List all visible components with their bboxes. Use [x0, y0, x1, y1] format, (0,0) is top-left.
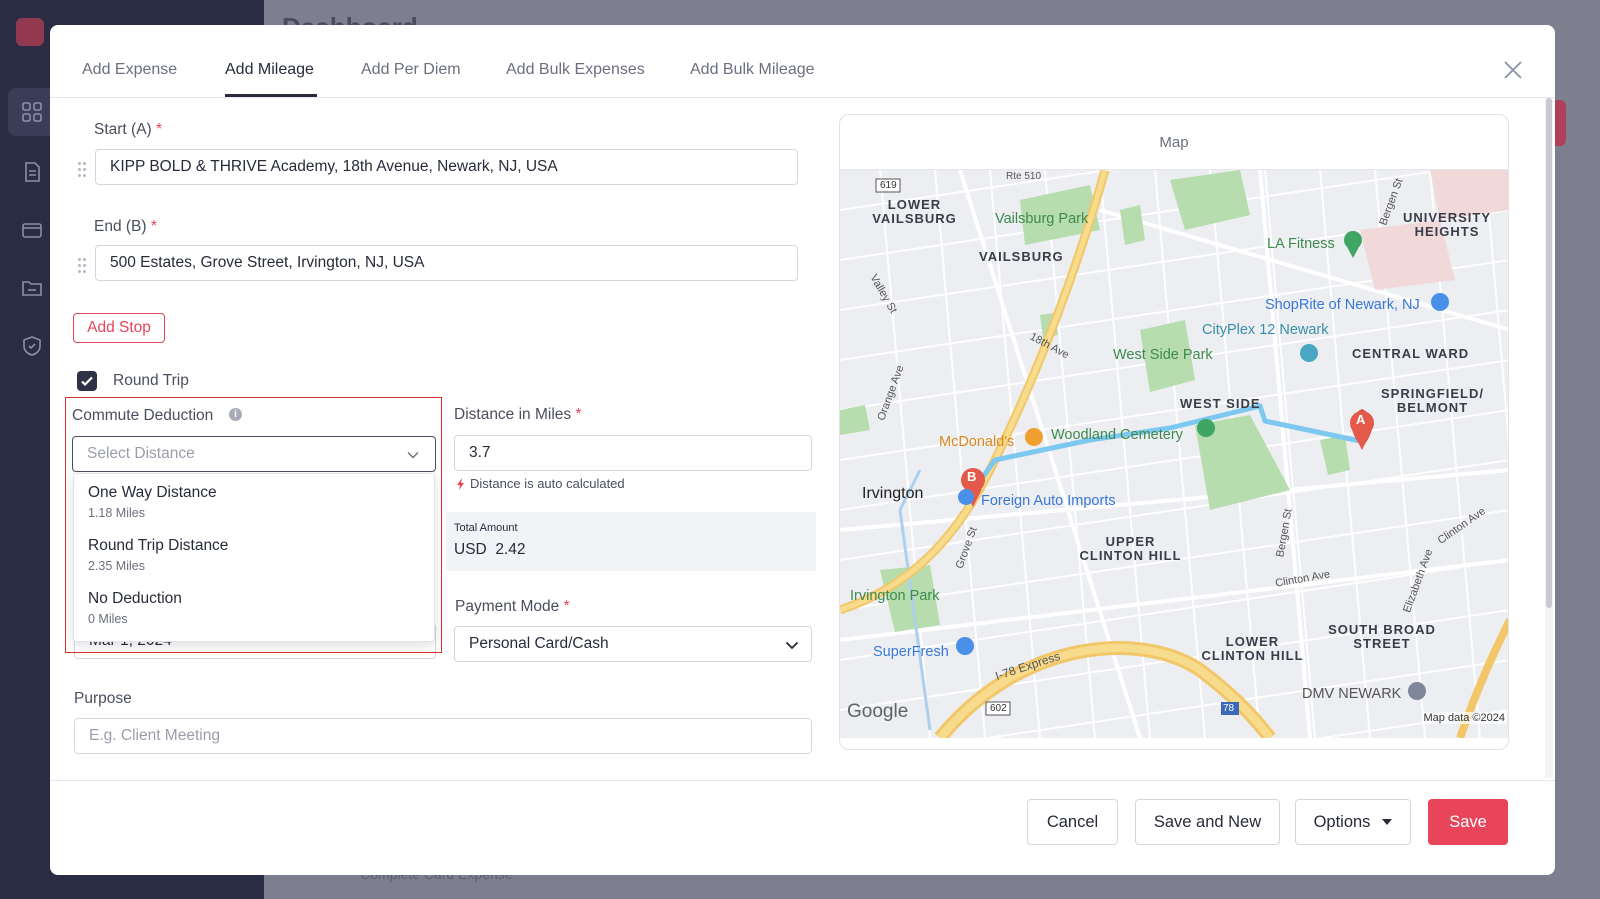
road-shield-label: 619 — [880, 180, 897, 191]
map-label: DMV NEWARK — [1302, 686, 1402, 702]
map-copyright: Map data ©2024 — [1421, 712, 1507, 724]
map-label: Irvington Park — [850, 588, 940, 604]
map-label: ShopRite of Newark, NJ — [1265, 297, 1420, 313]
map-view[interactable]: LOWER VAILSBURG Vailsburg Park VAILSBURG… — [840, 170, 1508, 738]
map-label: WEST SIDE — [1180, 396, 1261, 411]
total-amount-label: Total Amount — [454, 522, 518, 534]
commute-deduction-placeholder: Select Distance — [87, 445, 195, 462]
check-icon — [81, 376, 93, 387]
tab-add-expense[interactable]: Add Expense — [82, 61, 177, 79]
option-title: No Deduction — [88, 590, 182, 607]
drag-handle-icon[interactable] — [78, 162, 88, 178]
map-title: Map — [840, 115, 1508, 170]
map-label: McDonald's — [939, 434, 1015, 450]
total-amount-value: USD 2.42 — [454, 541, 526, 558]
save-button[interactable]: Save — [1428, 799, 1508, 845]
drag-handle-icon[interactable] — [78, 258, 88, 274]
lightning-icon — [457, 477, 464, 490]
info-icon[interactable]: i — [229, 408, 242, 421]
marker-a-label: A — [1356, 412, 1366, 427]
road-shield-label: 602 — [990, 703, 1007, 714]
map-label: LOWER VAILSBURG — [872, 197, 957, 226]
map-label: Foreign Auto Imports — [981, 493, 1116, 509]
tab-add-bulk-mileage[interactable]: Add Bulk Mileage — [690, 61, 815, 79]
road-label: Rte 510 — [1006, 171, 1042, 182]
active-tab-indicator — [225, 94, 317, 97]
google-logo: Google — [847, 701, 909, 722]
payment-mode-label: Payment Mode * — [455, 598, 570, 615]
option-title: One Way Distance — [88, 484, 217, 501]
options-label: Options — [1313, 812, 1371, 831]
tab-add-bulk-expenses[interactable]: Add Bulk Expenses — [506, 61, 645, 79]
payment-mode-value: Personal Card/Cash — [469, 635, 609, 652]
map-card: Map LOWER VAILSBURG Vailsburg Park VAILS… — [839, 114, 1509, 750]
map-label: UNIVERSITY HEIGHTS — [1402, 210, 1491, 239]
map-label: CityPlex 12 Newark — [1202, 322, 1329, 338]
tab-add-mileage[interactable]: Add Mileage — [225, 61, 314, 79]
map-label: LOWER CLINTON HILL — [1201, 634, 1304, 663]
round-trip-label: Round Trip — [113, 372, 189, 389]
save-and-new-button[interactable]: Save and New — [1135, 799, 1280, 845]
option-distance: 0 Miles — [88, 612, 128, 626]
scrollbar-thumb[interactable] — [1546, 98, 1552, 608]
map-label: West Side Park — [1113, 347, 1213, 363]
map-label: UPPER CLINTON HILL — [1079, 534, 1182, 563]
map-label: Vailsburg Park — [995, 211, 1089, 227]
start-label: Start (A) * — [94, 121, 163, 138]
commute-deduction-select[interactable]: Select Distance — [72, 436, 436, 472]
map-label: SOUTH BROAD STREET — [1328, 622, 1436, 651]
map-label: Irvington — [862, 485, 924, 502]
options-button[interactable]: Options — [1295, 799, 1411, 845]
add-mileage-modal: Add Expense Add Mileage Add Per Diem Add… — [50, 25, 1555, 875]
marker-b-label: B — [967, 469, 977, 484]
commute-deduction-label: Commute Deduction — [72, 407, 214, 424]
distance-label: Distance in Miles * — [454, 406, 582, 423]
option-no-deduction[interactable]: No Deduction 0 Miles — [74, 582, 434, 634]
cancel-button[interactable]: Cancel — [1027, 799, 1118, 845]
map-label: VAILSBURG — [979, 249, 1064, 264]
commute-deduction-dropdown: One Way Distance 1.18 Miles Round Trip D… — [73, 473, 435, 642]
close-icon[interactable] — [1502, 59, 1524, 81]
distance-hint: Distance is auto calculated — [456, 476, 625, 491]
chevron-down-icon — [407, 452, 419, 459]
chevron-down-icon — [785, 641, 799, 650]
option-distance: 1.18 Miles — [88, 506, 145, 520]
dashboard-nav-icon[interactable] — [8, 88, 56, 136]
distance-hint-text: Distance is auto calculated — [470, 476, 625, 491]
shield-nav-icon[interactable] — [8, 322, 56, 370]
road-shield-label: 78 — [1223, 703, 1235, 714]
option-round-trip-distance[interactable]: Round Trip Distance 2.35 Miles — [74, 529, 434, 581]
map-label: LA Fitness — [1267, 236, 1335, 252]
folder-nav-icon[interactable] — [8, 264, 56, 312]
total-amount-box: Total Amount USD 2.42 — [446, 512, 816, 571]
start-location-input[interactable]: KIPP BOLD & THRIVE Academy, 18th Avenue,… — [95, 149, 798, 185]
map-label: CENTRAL WARD — [1352, 346, 1470, 361]
payment-mode-select[interactable]: Personal Card/Cash — [454, 626, 812, 662]
purpose-input[interactable]: E.g. Client Meeting — [74, 718, 812, 754]
option-distance: 2.35 Miles — [88, 559, 145, 573]
map-label: Woodland Cemetery — [1051, 427, 1183, 443]
wallet-nav-icon[interactable] — [8, 206, 56, 254]
document-nav-icon[interactable] — [8, 148, 56, 196]
add-stop-button[interactable]: Add Stop — [73, 313, 165, 343]
modal-footer: Cancel Save and New Options Save — [50, 780, 1555, 875]
map-label: SPRINGFIELD/ BELMONT — [1380, 386, 1484, 415]
app-logo — [16, 18, 44, 46]
option-title: Round Trip Distance — [88, 537, 229, 554]
distance-input[interactable]: 3.7 — [454, 435, 812, 471]
tab-bar: Add Expense Add Mileage Add Per Diem Add… — [50, 25, 1555, 98]
end-label: End (B) * — [94, 218, 157, 235]
end-location-input[interactable]: 500 Estates, Grove Street, Irvington, NJ… — [95, 245, 798, 281]
tab-add-per-diem[interactable]: Add Per Diem — [361, 61, 461, 79]
map-label: SuperFresh — [873, 644, 949, 660]
round-trip-checkbox[interactable] — [77, 371, 97, 391]
purpose-label: Purpose — [74, 690, 132, 707]
caret-down-icon — [1382, 819, 1393, 825]
option-one-way-distance[interactable]: One Way Distance 1.18 Miles — [74, 476, 434, 528]
